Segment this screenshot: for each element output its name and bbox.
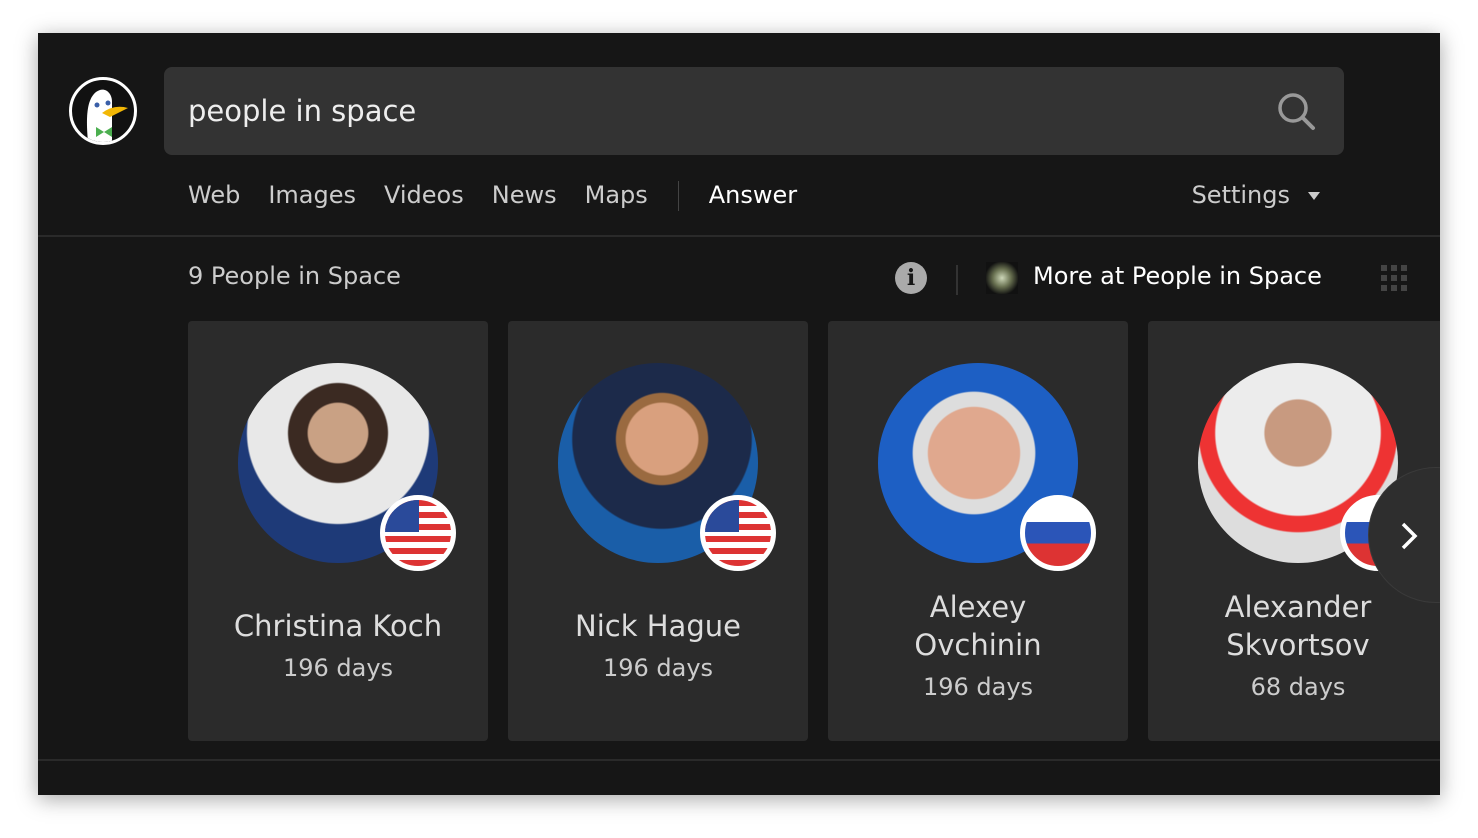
- tab-divider: [677, 181, 679, 211]
- search-input[interactable]: [188, 67, 1248, 155]
- tab-news[interactable]: News: [492, 181, 557, 211]
- more-at-link[interactable]: More at People in Space: [1033, 262, 1322, 290]
- person-days: 196 days: [602, 654, 714, 682]
- tab-images[interactable]: Images: [268, 181, 356, 211]
- person-name: Alexey Ovchinin: [914, 590, 1042, 662]
- person-card[interactable]: Christina Koch 196 days: [188, 321, 488, 741]
- search-icon[interactable]: [1276, 91, 1316, 131]
- divider: [956, 265, 958, 295]
- person-name: Alexander Skvortsov: [1224, 590, 1372, 662]
- chevron-right-icon: [1401, 522, 1418, 550]
- header-divider: [38, 235, 1440, 237]
- search-tabs: Web Images Videos News Maps Answer: [188, 181, 797, 211]
- usa-flag-icon: [380, 495, 456, 571]
- info-icon[interactable]: i: [895, 262, 927, 294]
- russia-flag-icon: [1020, 495, 1096, 571]
- grid-view-icon[interactable]: [1381, 265, 1407, 291]
- person-days: 196 days: [282, 654, 394, 682]
- person-card[interactable]: Alexey Ovchinin 196 days: [828, 321, 1128, 741]
- person-days: 196 days: [922, 673, 1034, 701]
- duckduckgo-logo[interactable]: [69, 77, 137, 145]
- footer-divider: [38, 759, 1440, 761]
- person-days: 68 days: [1250, 673, 1346, 701]
- person-name: Christina Koch: [233, 609, 443, 643]
- app-window: Web Images Videos News Maps Answer Setti…: [38, 33, 1440, 795]
- settings-label: Settings: [1191, 181, 1290, 209]
- answer-title: 9 People in Space: [188, 262, 401, 290]
- tab-answer[interactable]: Answer: [709, 181, 797, 211]
- search-bar: [164, 67, 1344, 155]
- person-card[interactable]: Nick Hague 196 days: [508, 321, 808, 741]
- usa-flag-icon: [700, 495, 776, 571]
- caret-down-icon: [1308, 192, 1320, 200]
- tab-videos[interactable]: Videos: [384, 181, 464, 211]
- settings-dropdown[interactable]: Settings: [1192, 181, 1320, 209]
- tab-maps[interactable]: Maps: [585, 181, 648, 211]
- person-name: Nick Hague: [575, 609, 741, 643]
- source-thumbnail[interactable]: [986, 262, 1018, 294]
- tab-web[interactable]: Web: [188, 181, 240, 211]
